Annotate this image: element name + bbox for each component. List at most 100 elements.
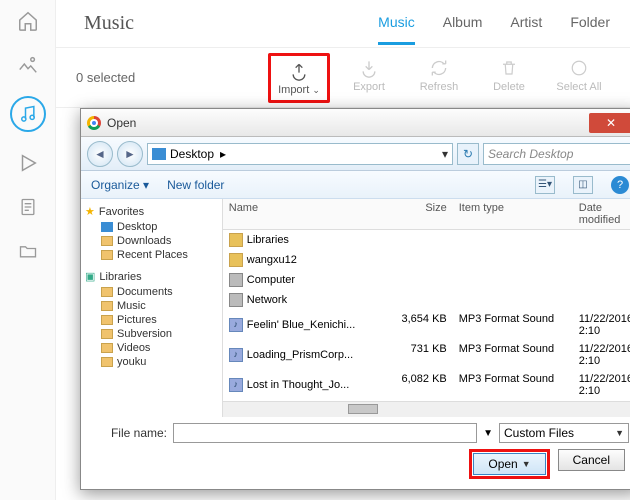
- file-filter-select[interactable]: Custom Files▼: [499, 423, 629, 443]
- libraries-header[interactable]: ▣Libraries: [85, 270, 218, 283]
- tab-album[interactable]: Album: [443, 2, 483, 45]
- selection-count: 0 selected: [76, 70, 268, 85]
- file-size: 6,082 KB: [383, 371, 453, 399]
- desktop-icon: [152, 148, 166, 160]
- music-icon[interactable]: [10, 96, 46, 132]
- location-dropdown-icon[interactable]: ▾: [442, 147, 448, 161]
- file-icon: [229, 293, 243, 307]
- filename-label: File name:: [91, 426, 167, 440]
- organize-menu[interactable]: Organize ▾: [91, 178, 149, 192]
- video-icon[interactable]: [15, 150, 41, 176]
- file-date: 11/22/2016 2:10: [573, 341, 630, 369]
- close-button[interactable]: ✕: [589, 113, 630, 133]
- column-headers[interactable]: Name Size Item type Date modified: [223, 199, 630, 230]
- tree-item-subversion[interactable]: Subversion: [85, 327, 218, 341]
- tree-item-videos[interactable]: Videos: [85, 341, 218, 355]
- location-sep: ▸: [220, 147, 226, 161]
- file-name: Computer: [247, 274, 295, 286]
- preview-pane-button[interactable]: ◫: [573, 176, 593, 194]
- file-row[interactable]: Libraries: [223, 230, 630, 250]
- file-type: [453, 231, 573, 249]
- help-button[interactable]: ?: [611, 176, 629, 194]
- chevron-down-icon: ⌄: [312, 85, 320, 95]
- file-size: [383, 271, 453, 289]
- libraries-group: ▣Libraries Documents Music Pictures Subv…: [85, 270, 218, 369]
- tab-bar: Music Album Artist Folder: [378, 2, 630, 45]
- dialog-body: ★Favorites Desktop Downloads Recent Plac…: [81, 199, 630, 417]
- file-name: Lost in Thought_Jo...: [247, 379, 350, 391]
- select-all-button[interactable]: Select All: [548, 53, 610, 103]
- files-icon[interactable]: [15, 238, 41, 264]
- file-icon: [229, 233, 243, 247]
- file-row[interactable]: Loading_PrismCorp...731 KBMP3 Format Sou…: [223, 340, 630, 370]
- dialog-footer: File name: ▼ Custom Files▼ Open▼ Cancel: [81, 417, 630, 489]
- home-icon[interactable]: [15, 8, 41, 34]
- tree-item-recent[interactable]: Recent Places: [85, 248, 218, 262]
- refresh-icon: [429, 57, 449, 79]
- file-row[interactable]: Computer: [223, 270, 630, 290]
- file-row[interactable]: Network: [223, 290, 630, 310]
- star-icon: ★: [85, 205, 95, 218]
- col-size[interactable]: Size: [383, 199, 453, 229]
- tree-item-desktop[interactable]: Desktop: [85, 220, 218, 234]
- col-name[interactable]: Name: [223, 199, 383, 229]
- filename-input[interactable]: [173, 423, 477, 443]
- tab-folder[interactable]: Folder: [570, 2, 610, 45]
- delete-button[interactable]: Delete: [478, 53, 540, 103]
- file-icon: [229, 253, 243, 267]
- file-row[interactable]: wangxu12: [223, 250, 630, 270]
- export-button[interactable]: Export: [338, 53, 400, 103]
- favorites-header[interactable]: ★Favorites: [85, 205, 218, 218]
- search-input[interactable]: Search Desktop: [483, 143, 630, 165]
- import-button[interactable]: Import ⌄: [268, 53, 330, 103]
- col-date[interactable]: Date modified: [573, 199, 630, 229]
- open-button[interactable]: Open▼: [473, 453, 545, 475]
- select-all-label: Select All: [556, 81, 601, 93]
- filename-dropdown-icon[interactable]: ▼: [483, 428, 493, 439]
- docs-icon[interactable]: [15, 194, 41, 220]
- col-type[interactable]: Item type: [453, 199, 573, 229]
- tab-music[interactable]: Music: [378, 2, 415, 45]
- select-all-icon: [570, 57, 588, 79]
- photos-icon[interactable]: [15, 52, 41, 78]
- new-folder-button[interactable]: New folder: [167, 178, 224, 192]
- open-file-dialog: Open ✕ ◄ ► Desktop ▸ ▾ ↻ Search Desktop …: [80, 108, 630, 490]
- file-name: Feelin' Blue_Kenichi...: [247, 319, 356, 331]
- dialog-titlebar[interactable]: Open ✕: [81, 109, 630, 137]
- cancel-button[interactable]: Cancel: [558, 449, 625, 471]
- dialog-title: Open: [107, 116, 136, 130]
- toolbar-actions: Import ⌄ Export Refresh Delete Select Al…: [268, 53, 610, 103]
- back-button[interactable]: ◄: [87, 141, 113, 167]
- location-text: Desktop: [170, 147, 214, 161]
- location-bar[interactable]: Desktop ▸ ▾: [147, 143, 453, 165]
- file-date: [573, 271, 630, 289]
- forward-button[interactable]: ►: [117, 141, 143, 167]
- refresh-button[interactable]: Refresh: [408, 53, 470, 103]
- left-sidebar: [0, 0, 56, 500]
- favorites-group: ★Favorites Desktop Downloads Recent Plac…: [85, 205, 218, 262]
- tree-item-documents[interactable]: Documents: [85, 285, 218, 299]
- file-date: 11/22/2016 2:10: [573, 371, 630, 399]
- file-size: 731 KB: [383, 341, 453, 369]
- file-name: wangxu12: [247, 254, 297, 266]
- tree-item-youku[interactable]: youku: [85, 355, 218, 369]
- scroll-thumb[interactable]: [348, 404, 378, 414]
- file-list: Name Size Item type Date modified Librar…: [223, 199, 630, 417]
- folder-icon: [101, 315, 113, 325]
- tab-artist[interactable]: Artist: [510, 2, 542, 45]
- split-dropdown-icon[interactable]: ▼: [522, 459, 531, 469]
- page-title: Music: [56, 12, 378, 35]
- file-date: [573, 251, 630, 269]
- header: Music Music Album Artist Folder: [56, 0, 630, 48]
- file-row[interactable]: Lost in Thought_Jo...6,082 KBMP3 Format …: [223, 370, 630, 400]
- file-name: Network: [247, 294, 287, 306]
- filename-row: File name: ▼ Custom Files▼: [91, 423, 629, 443]
- file-row[interactable]: Feelin' Blue_Kenichi...3,654 KBMP3 Forma…: [223, 310, 630, 340]
- horizontal-scrollbar[interactable]: [223, 401, 630, 417]
- nav-refresh-button[interactable]: ↻: [457, 143, 479, 165]
- tree-item-pictures[interactable]: Pictures: [85, 313, 218, 327]
- tree-item-downloads[interactable]: Downloads: [85, 234, 218, 248]
- file-icon: [229, 273, 243, 287]
- tree-item-music[interactable]: Music: [85, 299, 218, 313]
- view-mode-button[interactable]: ☰▾: [535, 176, 555, 194]
